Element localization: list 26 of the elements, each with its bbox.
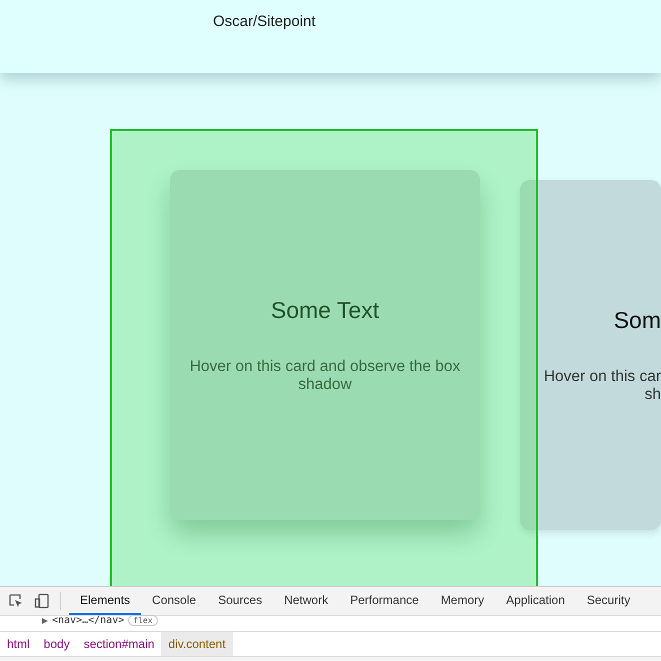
devtools-tab[interactable]: Security [576, 587, 642, 615]
card-title: Som [614, 306, 661, 334]
card-description: Hover on this card and observe the box [190, 358, 460, 376]
breadcrumb[interactable]: body [36, 632, 77, 656]
card[interactable]: Som Hover on this car sh [520, 180, 661, 530]
breadcrumb[interactable]: div.content [161, 632, 233, 656]
site-title: Oscar/Sitepoint [213, 13, 316, 30]
dom-node[interactable]: <nav>…</nav> [52, 615, 124, 626]
devtools-tab[interactable]: Application [495, 587, 576, 615]
breadcrumb[interactable]: section#main [76, 632, 162, 656]
devtools-tab[interactable]: Console [141, 587, 208, 615]
card-title: Some Text [270, 296, 380, 324]
devtools-tab[interactable]: Sources [207, 587, 274, 615]
card[interactable]: Some Text Hover on this card and observe the box shadow [170, 170, 480, 520]
devtools-tab[interactable]: Memory [430, 587, 496, 615]
breadcrumb[interactable]: html [0, 632, 37, 656]
card-description: Hover on this car [544, 368, 661, 386]
card-description: shadow [298, 376, 352, 394]
device-toolbar-icon[interactable] [34, 593, 50, 609]
devtools-tab[interactable]: Performance [339, 587, 430, 615]
inspect-icon[interactable] [8, 593, 24, 609]
expand-triangle-icon[interactable] [42, 618, 48, 624]
flex-badge[interactable]: flex [128, 615, 158, 626]
card-description: sh [644, 386, 661, 404]
devtools-tab[interactable]: Elements [69, 587, 142, 615]
devtools-tab[interactable]: Network [273, 587, 340, 615]
